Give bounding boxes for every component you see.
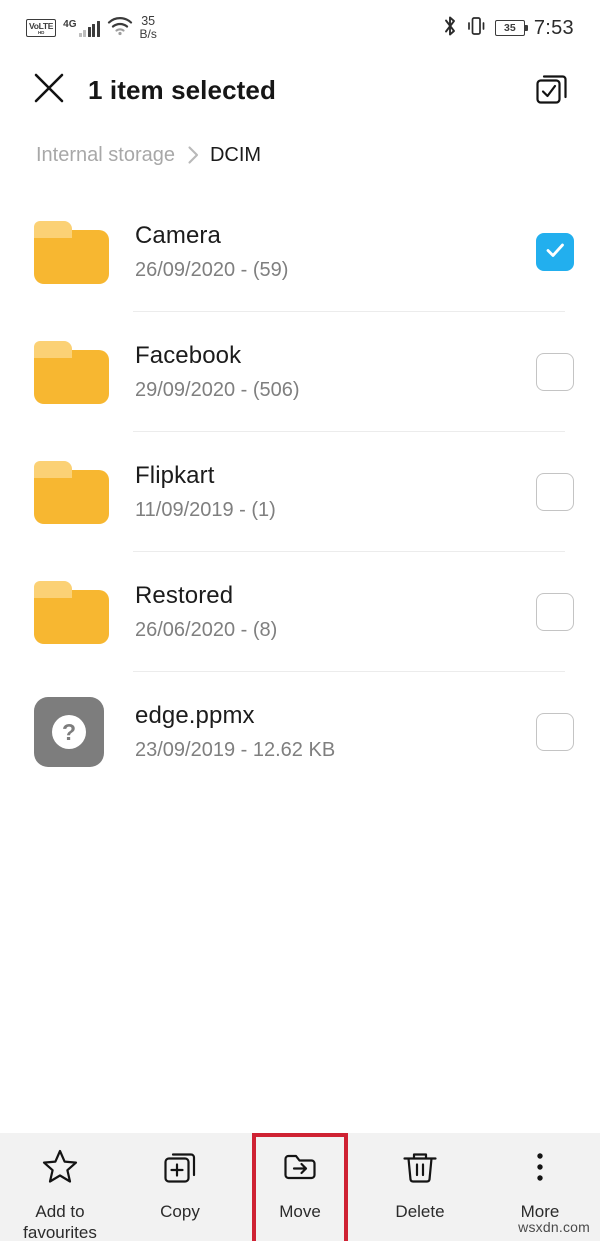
breadcrumb-item-root[interactable]: Internal storage [36, 144, 175, 167]
chevron-right-icon [187, 145, 200, 165]
action-toolbar: Add to favourites Copy Move Delete More [0, 1133, 600, 1241]
clock-label: 7:53 [533, 16, 574, 39]
close-icon [32, 71, 66, 110]
wifi-icon [107, 16, 133, 41]
file-list: Camera 26/09/2020 - (59) Facebook 29/09/… [0, 186, 600, 1133]
volte-sub-label: HD [38, 30, 45, 35]
more-dots-icon [520, 1147, 560, 1192]
star-icon [40, 1147, 80, 1192]
copy-button[interactable]: Copy [120, 1147, 240, 1241]
volte-icon: VoLTE HD [26, 19, 57, 37]
folder-icon [34, 460, 109, 524]
volte-label: VoLTE [29, 21, 54, 31]
folder-icon [34, 220, 109, 284]
item-subtitle: 11/09/2019 - (1) [135, 498, 276, 521]
list-item[interactable]: Flipkart 11/09/2019 - (1) [0, 432, 600, 552]
list-item[interactable]: ? edge.ppmx 23/09/2019 - 12.62 KB [0, 672, 600, 792]
item-checkbox[interactable] [536, 713, 574, 751]
battery-icon: 35 [494, 20, 528, 36]
close-selection-button[interactable] [28, 69, 70, 111]
move-folder-icon [280, 1147, 320, 1192]
add-to-favourites-button[interactable]: Add to favourites [0, 1147, 120, 1241]
item-icon [34, 580, 114, 644]
status-bar: VoLTE HD 4G 35 B/s 35 7:53 [0, 0, 600, 56]
item-meta: Camera 26/09/2020 - (59) [114, 221, 536, 284]
item-name: Camera [135, 221, 221, 249]
item-icon [34, 220, 114, 284]
status-bar-left: VoLTE HD 4G 35 B/s [26, 15, 157, 41]
item-subtitle: 26/09/2020 - (59) [135, 258, 289, 281]
list-item[interactable]: Facebook 29/09/2020 - (506) [0, 312, 600, 432]
selection-header: 1 item selected [0, 56, 600, 124]
bluetooth-icon [443, 15, 457, 42]
network-type-label: 4G [63, 18, 77, 30]
folder-icon [34, 580, 109, 644]
select-all-icon [533, 69, 571, 112]
item-icon [34, 460, 114, 524]
battery-level-label: 35 [504, 22, 516, 34]
item-icon: ? [34, 697, 114, 767]
network-speed-unit: B/s [139, 27, 157, 41]
item-name: edge.ppmx [135, 701, 255, 729]
page-title: 1 item selected [88, 74, 276, 105]
list-item[interactable]: Restored 26/06/2020 - (8) [0, 552, 600, 672]
item-meta: Facebook 29/09/2020 - (506) [114, 341, 536, 404]
item-name: Flipkart [135, 461, 215, 489]
check-icon [543, 238, 567, 267]
item-icon [34, 340, 114, 404]
item-checkbox[interactable] [536, 353, 574, 391]
trash-icon [400, 1147, 440, 1192]
network-speed-indicator: 35 B/s [140, 15, 157, 41]
file-manager-screen: VoLTE HD 4G 35 B/s 35 7:53 1 item select… [0, 0, 600, 1241]
breadcrumb: Internal storage DCIM [0, 124, 600, 186]
item-checkbox[interactable] [536, 593, 574, 631]
item-checkbox[interactable] [536, 233, 574, 271]
item-subtitle: 23/09/2019 - 12.62 KB [135, 738, 336, 761]
add-to-favourites-label: Add to favourites [23, 1202, 97, 1241]
item-meta: Flipkart 11/09/2019 - (1) [114, 461, 536, 524]
copy-label: Copy [160, 1202, 200, 1221]
select-all-button[interactable] [528, 66, 576, 114]
breadcrumb-item-current: DCIM [209, 143, 262, 166]
copy-icon [160, 1147, 200, 1192]
signal-bars-icon [78, 20, 100, 37]
move-button[interactable]: Move [240, 1147, 360, 1241]
status-bar-right: 35 7:53 [443, 15, 574, 42]
delete-label: Delete [395, 1202, 445, 1221]
item-meta: Restored 26/06/2020 - (8) [114, 581, 536, 644]
delete-button[interactable]: Delete [360, 1147, 480, 1241]
list-item[interactable]: Camera 26/09/2020 - (59) [0, 192, 600, 312]
item-subtitle: 26/06/2020 - (8) [135, 618, 278, 641]
move-label: Move [279, 1202, 321, 1221]
item-name: Restored [135, 581, 234, 609]
signal-icon: 4G [63, 18, 100, 37]
vibrate-icon [466, 15, 486, 42]
question-mark-glyph: ? [52, 715, 86, 749]
item-name: Facebook [135, 341, 242, 369]
folder-icon [34, 340, 109, 404]
watermark-label: wsxdn.com [518, 1219, 590, 1235]
item-meta: edge.ppmx 23/09/2019 - 12.62 KB [114, 701, 536, 764]
item-checkbox[interactable] [536, 473, 574, 511]
unknown-file-icon: ? [34, 697, 104, 767]
item-subtitle: 29/09/2020 - (506) [135, 378, 300, 401]
